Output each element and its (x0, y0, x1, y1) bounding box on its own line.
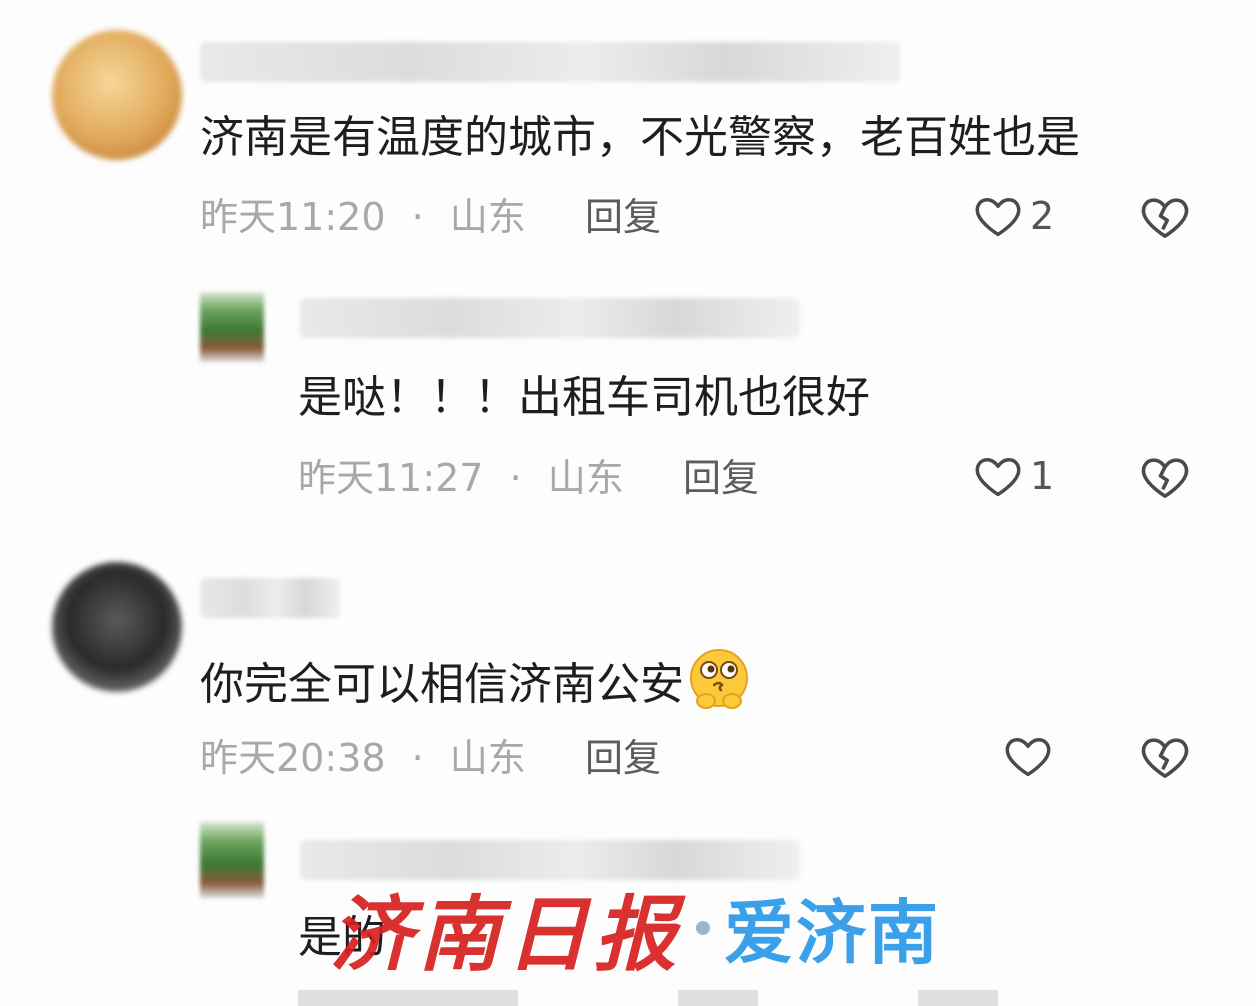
username-blurred[interactable] (200, 578, 340, 618)
comment-time: 昨天20:38 (200, 736, 386, 780)
reply-time: 昨天11:27 (298, 456, 484, 500)
comment-location: 山东 (449, 736, 526, 780)
like-count: 2 (1030, 194, 1055, 238)
comment-text: 你完全可以相信济南公安 (200, 645, 754, 729)
username-blurred[interactable] (200, 42, 900, 82)
thinking-face-emoji-icon (684, 645, 754, 729)
like-button[interactable]: 2 (972, 190, 1054, 242)
comment-location: 山东 (449, 195, 526, 239)
avatar[interactable] (52, 30, 182, 160)
like-button[interactable] (1002, 730, 1054, 782)
reply-button[interactable]: 回复 (585, 193, 661, 241)
like-count: 1 (1030, 454, 1055, 498)
separator: · (509, 456, 522, 500)
broken-heart-icon (1138, 190, 1192, 244)
comment-meta: 昨天20:38 · 山东 (200, 734, 526, 782)
broken-heart-icon (1138, 730, 1192, 784)
heart-outline-icon (972, 450, 1024, 502)
comment-meta: 昨天11:20 · 山东 (200, 193, 526, 241)
avatar[interactable] (200, 822, 264, 898)
comment-text: 济南是有温度的城市，不光警察，老百姓也是 (200, 112, 1080, 163)
watermark: 济南日报 爱济南 (330, 868, 940, 987)
separator: · (411, 195, 424, 239)
comment-text-content: 你完全可以相信济南公安 (200, 659, 684, 710)
avatar[interactable] (200, 292, 264, 362)
reply-meta-cutoff (298, 990, 1198, 1006)
heart-outline-icon (1002, 730, 1054, 782)
username-blurred[interactable] (300, 298, 800, 338)
reply-button[interactable]: 回复 (585, 734, 661, 782)
broken-heart-icon (1138, 450, 1192, 504)
comment-time: 昨天11:20 (200, 195, 386, 239)
reply-location: 山东 (547, 456, 624, 500)
watermark-jinan-daily: 济南日报 (330, 887, 682, 983)
heart-outline-icon (972, 190, 1024, 242)
dislike-button[interactable] (1138, 190, 1192, 244)
reply-meta: 昨天11:27 · 山东 (298, 454, 624, 502)
like-button[interactable]: 1 (972, 450, 1054, 502)
separator: · (411, 736, 424, 780)
dislike-button[interactable] (1138, 450, 1192, 504)
watermark-ai-jinan: 爱济南 (724, 892, 940, 974)
avatar[interactable] (52, 562, 182, 692)
watermark-dot (696, 920, 710, 935)
dislike-button[interactable] (1138, 730, 1192, 784)
reply-text: 是哒！！！出租车司机也很好 (298, 372, 870, 423)
reply-button[interactable]: 回复 (683, 454, 759, 502)
